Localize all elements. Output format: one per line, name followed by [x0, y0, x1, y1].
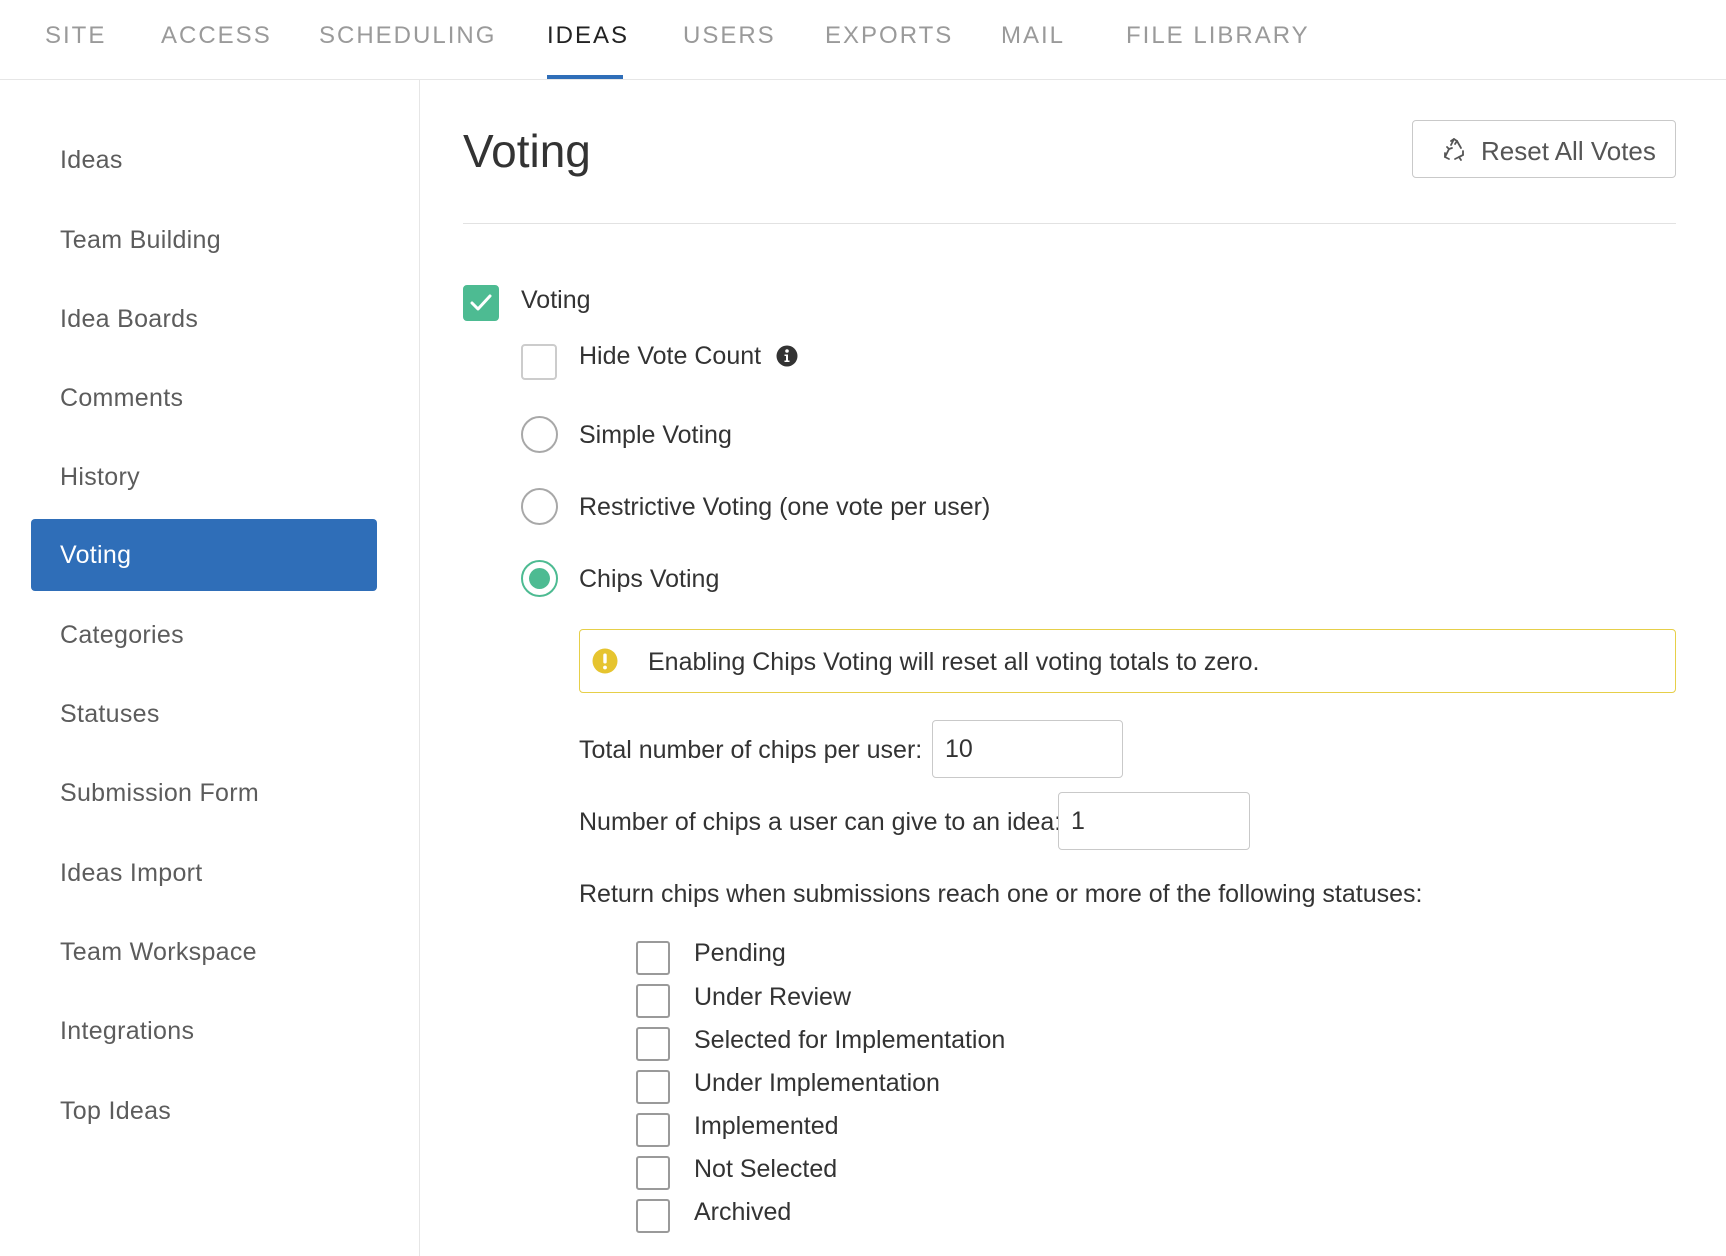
tab-file-library[interactable]: FILE LIBRARY — [1126, 22, 1310, 50]
check-icon — [470, 294, 492, 311]
sidebar-item-label: Integrations — [60, 1017, 195, 1045]
tab-access[interactable]: ACCESS — [161, 22, 272, 50]
tab-exports[interactable]: EXPORTS — [825, 22, 953, 50]
status-checkbox-under-review[interactable] — [636, 984, 670, 1018]
chips-voting-radio[interactable] — [521, 560, 558, 597]
voting-checkbox[interactable] — [463, 285, 499, 321]
reset-all-votes-button[interactable]: Reset All Votes — [1412, 120, 1676, 178]
top-nav: SITE ACCESS SCHEDULING IDEAS USERS EXPOR… — [0, 0, 1726, 80]
info-icon[interactable] — [776, 345, 798, 367]
sidebar-item-label: Comments — [60, 384, 184, 412]
return-chips-label: Return chips when submissions reach one … — [579, 880, 1423, 908]
sidebar-item-label: Team Building — [60, 226, 221, 254]
chips-per-user-input[interactable]: 10 — [932, 720, 1123, 778]
sidebar-item-label: History — [60, 463, 140, 491]
sidebar: Ideas Team Building Idea Boards Comments… — [0, 80, 420, 1256]
sidebar-item-label: Submission Form — [60, 779, 259, 807]
sidebar-item-ideas-import[interactable]: Ideas Import — [31, 837, 377, 909]
status-checkbox-under-implementation[interactable] — [636, 1070, 670, 1104]
status-checkbox-archived[interactable] — [636, 1199, 670, 1233]
hide-vote-count-checkbox[interactable] — [521, 344, 557, 380]
sidebar-item-idea-boards[interactable]: Idea Boards — [31, 283, 377, 355]
sidebar-item-ideas[interactable]: Ideas — [31, 124, 377, 196]
reset-all-votes-label: Reset All Votes — [1481, 136, 1656, 166]
status-label-not-selected: Not Selected — [694, 1155, 838, 1183]
status-label-implemented: Implemented — [694, 1112, 839, 1140]
sidebar-item-voting[interactable]: Voting — [31, 519, 377, 591]
restrictive-voting-label: Restrictive Voting (one vote per user) — [579, 493, 991, 521]
status-checkbox-not-selected[interactable] — [636, 1156, 670, 1190]
sidebar-item-label: Voting — [60, 541, 132, 569]
chips-per-user-value: 10 — [945, 735, 973, 763]
sidebar-item-comments[interactable]: Comments — [31, 362, 377, 434]
sidebar-item-label: Ideas Import — [60, 859, 203, 887]
chips-voting-label: Chips Voting — [579, 565, 720, 593]
exclamation-circle-icon — [592, 648, 618, 674]
status-label-under-implementation: Under Implementation — [694, 1069, 940, 1097]
tab-mail[interactable]: MAIL — [1001, 22, 1065, 50]
sidebar-item-integrations[interactable]: Integrations — [31, 995, 377, 1067]
status-checkbox-selected-for-implementation[interactable] — [636, 1027, 670, 1061]
active-tab-indicator — [547, 75, 623, 79]
tab-site[interactable]: SITE — [45, 22, 106, 50]
simple-voting-radio[interactable] — [521, 416, 558, 453]
sidebar-item-team-building[interactable]: Team Building — [31, 204, 377, 276]
tab-users[interactable]: USERS — [683, 22, 776, 50]
tab-scheduling[interactable]: SCHEDULING — [319, 22, 496, 50]
sidebar-item-label: Statuses — [60, 700, 160, 728]
sidebar-item-top-ideas[interactable]: Top Ideas — [31, 1075, 377, 1147]
sidebar-item-label: Team Workspace — [60, 938, 257, 966]
chips-per-idea-label: Number of chips a user can give to an id… — [579, 808, 1062, 836]
sidebar-item-label: Ideas — [60, 146, 123, 174]
simple-voting-label: Simple Voting — [579, 421, 732, 449]
status-checkbox-implemented[interactable] — [636, 1113, 670, 1147]
status-label-under-review: Under Review — [694, 983, 852, 1011]
status-checkbox-pending[interactable] — [636, 941, 670, 975]
chips-voting-warning: Enabling Chips Voting will reset all vot… — [579, 629, 1676, 693]
sidebar-item-submission-form[interactable]: Submission Form — [31, 757, 377, 829]
sidebar-item-categories[interactable]: Categories — [31, 599, 377, 671]
hide-vote-count-label: Hide Vote Count — [579, 342, 762, 370]
chips-per-idea-value: 1 — [1071, 807, 1085, 835]
recycle-icon — [1444, 138, 1464, 161]
sidebar-item-history[interactable]: History — [31, 441, 377, 513]
chips-per-user-label: Total number of chips per user: — [579, 736, 923, 764]
status-label-selected-for-implementation: Selected for Implementation — [694, 1026, 1006, 1054]
voting-label: Voting — [521, 286, 591, 314]
chips-per-idea-input[interactable]: 1 — [1058, 792, 1250, 850]
warning-text: Enabling Chips Voting will reset all vot… — [648, 648, 1260, 676]
sidebar-item-statuses[interactable]: Statuses — [31, 678, 377, 750]
tab-ideas[interactable]: IDEAS — [547, 22, 629, 50]
sidebar-item-label: Categories — [60, 621, 184, 649]
sidebar-item-team-workspace[interactable]: Team Workspace — [31, 916, 377, 988]
status-label-pending: Pending — [694, 939, 786, 967]
status-label-archived: Archived — [694, 1198, 792, 1226]
restrictive-voting-radio[interactable] — [521, 488, 558, 525]
page-title: Voting — [463, 125, 591, 177]
sidebar-item-label: Idea Boards — [60, 305, 199, 333]
header-divider — [463, 223, 1676, 224]
sidebar-item-label: Top Ideas — [60, 1097, 172, 1125]
